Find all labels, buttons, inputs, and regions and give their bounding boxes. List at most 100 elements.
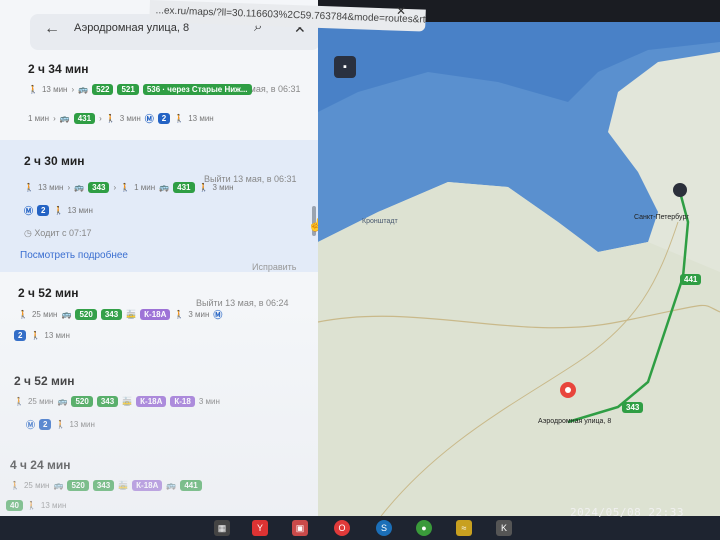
metro-icon: Ⓜ [26, 420, 36, 430]
walk-icon: 🚶 [198, 183, 209, 192]
route-segments: 🚶 25 мин 🚌 520 343 🚋 К-18А 🚌 441 [10, 480, 202, 491]
taskbar-app-icon[interactable]: ≈ [456, 520, 472, 536]
tram-badge: К-18А [132, 480, 163, 491]
map-bus-badge-343: 343 [622, 402, 644, 413]
route-duration: 4 ч 24 мин [10, 458, 71, 472]
walk-icon: 🚶 [24, 183, 34, 192]
close-icon[interactable]: ✕ [396, 4, 406, 18]
bus-badge: 343 [96, 396, 119, 407]
walk-duration: 3 мин [198, 397, 220, 406]
photo-timestamp: 2024/05/08 22:33 [570, 506, 684, 519]
walk-icon: 🚶 [26, 501, 37, 510]
bus-icon: 🚌 [78, 85, 89, 94]
bus-icon: 🚌 [53, 481, 64, 490]
taskbar [0, 516, 720, 540]
route-option-4[interactable]: 2 ч 52 мин 🚶 25 мин 🚌 520 343 🚋 К-18А К-… [0, 368, 318, 442]
walk-icon: 🚶 [174, 310, 185, 319]
taskbar-app-icon[interactable]: ▦ [214, 520, 230, 536]
metro-icon: Ⓜ [213, 310, 223, 320]
taskbar-app-icon[interactable]: K [496, 520, 512, 536]
route-duration: 2 ч 34 мин [28, 62, 89, 76]
chevron-right-icon: › [53, 114, 56, 123]
route-segments: 🚶 13 мин › 🚌 343 › 🚶 1 мин 🚌 431 🚶 3 мин [24, 182, 234, 193]
map-label-spb: Санкт-Петербург [634, 214, 689, 221]
bus-badge: 520 [75, 309, 97, 320]
chevron-right-icon: › [71, 85, 75, 94]
route-option-2[interactable]: 2 ч 30 мин Выйти 13 мая, в 06:31 🚶 13 ми… [0, 140, 318, 272]
route-segments: Ⓜ 2 🚶 13 мин [24, 204, 93, 217]
route-option-5[interactable]: 4 ч 24 мин 🚶 25 мин 🚌 520 343 🚋 К-18А 🚌 … [0, 454, 318, 520]
chrome-icon[interactable]: ● [416, 520, 432, 536]
route-frequency: ◷ Ходит с 07:17 [24, 228, 92, 238]
bus-badge: 520 [71, 396, 93, 407]
walk-icon: 🚶 [53, 206, 64, 215]
walk-icon: 🚶 [28, 85, 38, 94]
details-link[interactable]: Посмотреть подробнее [20, 250, 128, 261]
walk-duration: 3 мин [119, 114, 141, 123]
walk-icon: 🚶 [105, 114, 116, 123]
routes-panel: ← Аэродромная улица, 8 ⌕ ✕ 2 ч 34 мин Вы… [0, 0, 318, 520]
tram-badge: К-18А [140, 309, 171, 320]
metro-icon: Ⓜ [144, 114, 154, 124]
metro-line-badge: 2 [157, 113, 171, 124]
route-segments: 🚶 13 мин › 🚌 522 521 536 · через Старые … [28, 84, 252, 95]
route-option-3[interactable]: 2 ч 52 мин Выйти 13 мая, в 06:24 🚶 25 ми… [0, 280, 318, 354]
walk-icon: 🚶 [30, 331, 41, 340]
walk-icon: 🚶 [10, 481, 20, 490]
bus-icon: 🚌 [166, 481, 177, 490]
bus-badge: 520 [67, 480, 89, 491]
metro-line-badge: 2 [14, 330, 27, 341]
walk-duration: 25 мин [23, 481, 50, 490]
bus-badge: 343 [92, 480, 115, 491]
walk-duration: 13 мин [37, 183, 64, 192]
bus-badge: 343 [100, 309, 123, 320]
back-arrow-icon[interactable]: ← [44, 20, 60, 38]
layers-icon[interactable]: ▪ [334, 56, 356, 78]
walk-duration: 13 мин [188, 114, 214, 123]
mouse-cursor-icon: ☝ [308, 218, 318, 232]
metro-line-badge: 2 [37, 205, 50, 216]
chevron-right-icon: › [113, 183, 117, 192]
route-duration: 2 ч 30 мин [24, 154, 85, 168]
walk-duration: 25 мин [31, 310, 58, 319]
walk-duration: 3 мин [188, 310, 210, 319]
route-option-1[interactable]: 2 ч 34 мин Выйти 13 мая, в 06:31 🚶 13 ми… [0, 56, 318, 138]
yandex-browser-icon[interactable]: Y [252, 520, 268, 536]
bus-icon: 🚌 [59, 114, 70, 123]
metro-icon: Ⓜ [24, 206, 34, 216]
bus-icon: 🚌 [57, 397, 68, 406]
bus-icon: 🚌 [61, 310, 72, 319]
bus-badge: 431 [173, 182, 195, 193]
walk-icon: 🚶 [18, 310, 28, 319]
fix-link[interactable]: Исправить [252, 262, 296, 272]
walk-duration: 13 мин [69, 420, 95, 429]
metro-line-badge: 2 [39, 419, 52, 430]
walk-duration: 1 мин [28, 114, 50, 123]
map-label-kronstadt: Кронштадт [362, 218, 398, 225]
walk-icon: 🚶 [174, 114, 185, 123]
walk-duration: 1 мин [134, 183, 156, 192]
bus-badge: 431 [73, 113, 96, 124]
steam-icon[interactable]: S [376, 520, 392, 536]
route-segments: Ⓜ 2 🚶 13 мин [26, 418, 95, 431]
route-segments: 40 🚶 13 мин [6, 500, 66, 511]
bus-icon: 🚌 [74, 183, 85, 192]
walk-duration: 13 мин [41, 85, 68, 94]
chevron-right-icon: › [67, 183, 71, 192]
opera-icon[interactable]: O [334, 520, 350, 536]
tram-icon: 🚋 [118, 481, 129, 490]
search-input[interactable]: Аэродромная улица, 8 [74, 22, 189, 34]
route-segments: 2 🚶 13 мин [14, 330, 70, 341]
map-view[interactable]: ▪ Кронштадт Аэродромная улица, 8 Санкт-П… [318, 22, 720, 520]
tram-badge: К-18А [136, 396, 167, 407]
bus-badge: 40 [6, 500, 23, 511]
clock-icon: ◷ [24, 228, 35, 238]
taskbar-app-icon[interactable]: ▣ [292, 520, 308, 536]
walk-duration: 13 мин [40, 501, 67, 510]
route-duration: 2 ч 52 мин [14, 374, 75, 388]
bus-badge: 521 [117, 84, 139, 95]
map-label-destination: Аэродромная улица, 8 [538, 418, 612, 425]
tram-icon: 🚋 [126, 310, 137, 319]
walk-duration: 13 мин [67, 206, 93, 215]
tram-badge: К-18 [170, 396, 195, 407]
